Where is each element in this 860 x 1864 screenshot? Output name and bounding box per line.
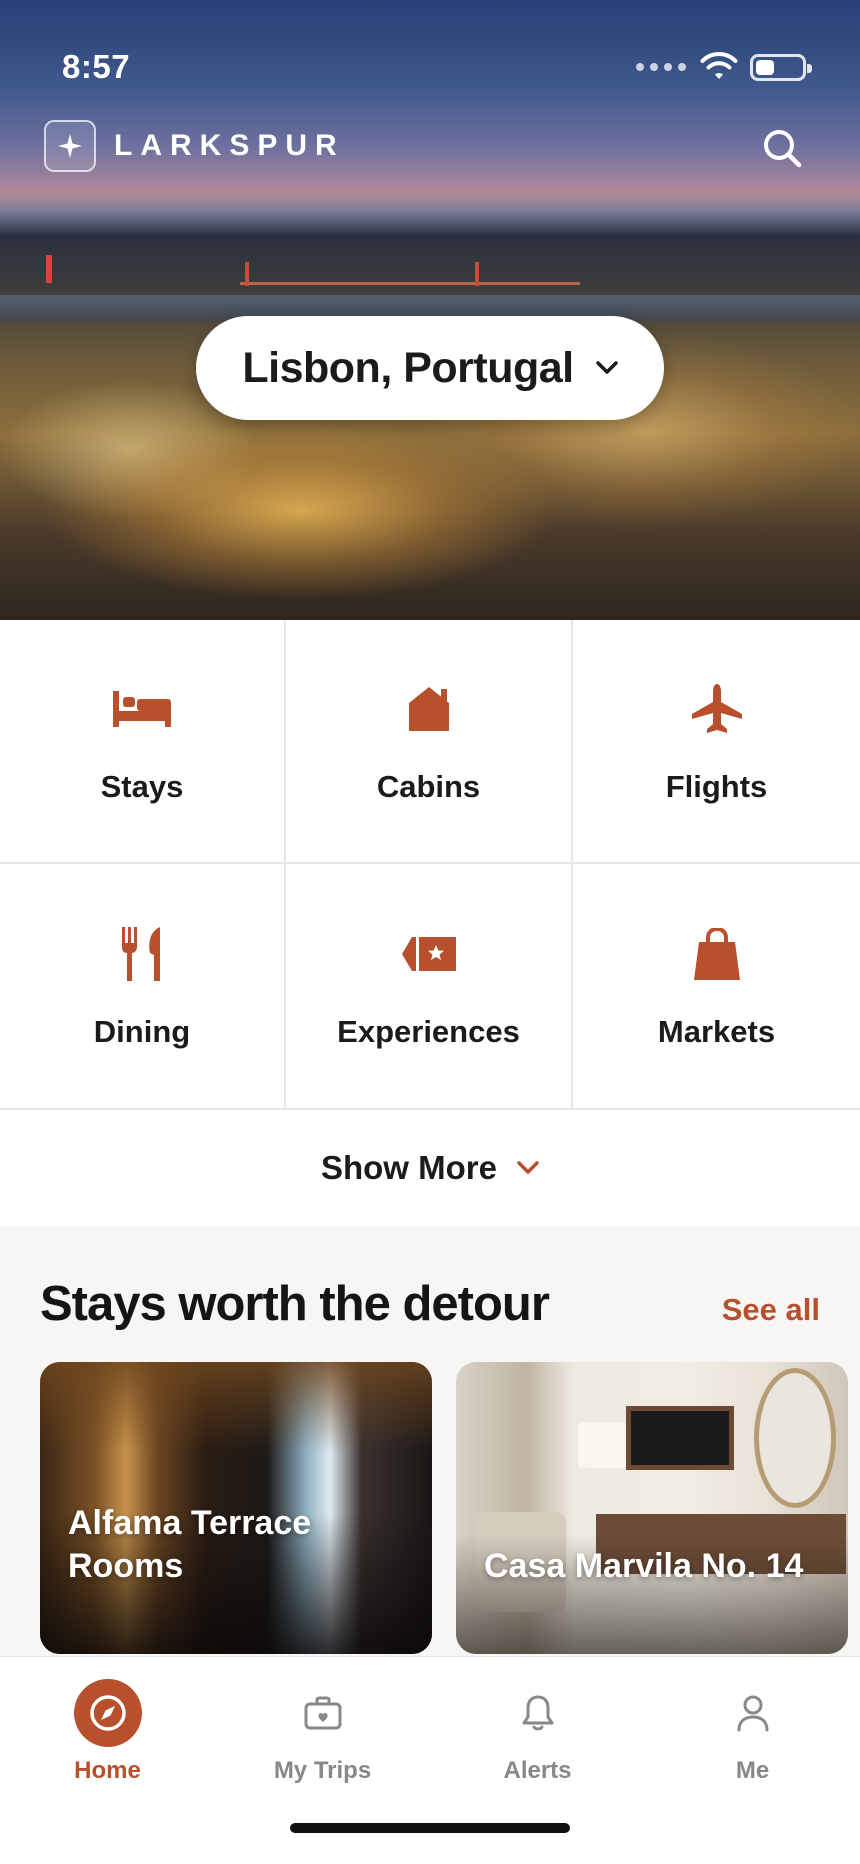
category-experiences[interactable]: Experiences <box>286 864 573 1110</box>
status-bar: 8:57 <box>0 0 860 120</box>
suitcase-icon <box>289 1679 357 1747</box>
brand-name: LARKSPUR <box>114 129 345 162</box>
category-cabins[interactable]: Cabins <box>286 620 573 864</box>
stays-section: Stays worth the detour See all Alfama Te… <box>0 1226 860 1656</box>
home-indicator <box>290 1823 570 1833</box>
wifi-icon <box>700 52 738 79</box>
category-label: Stays <box>100 769 184 804</box>
category-stays[interactable]: Stays <box>0 620 286 864</box>
airplane-icon <box>685 677 749 741</box>
tab-alerts[interactable]: Alerts <box>430 1657 645 1797</box>
person-icon <box>719 1679 787 1747</box>
shopping-bag-icon <box>685 922 749 986</box>
location-value: Lisbon, Portugal <box>242 343 574 392</box>
tab-me[interactable]: Me <box>645 1657 860 1797</box>
bridge <box>240 282 580 285</box>
compass-icon <box>73 1679 142 1747</box>
stay-card-title: Alfama Terrace Rooms <box>68 1504 312 1585</box>
stay-card-title: Casa Marvila No. 14 <box>484 1547 804 1585</box>
card-photo <box>578 1422 626 1468</box>
brand-logo: LARKSPUR <box>44 120 345 172</box>
tab-my-trips[interactable]: My Trips <box>215 1657 430 1797</box>
category-label: Experiences <box>337 1014 520 1049</box>
see-all-link[interactable]: See all <box>722 1292 820 1328</box>
hero-image: 8:57 LARKSPUR Lisbon, Portugal <box>0 0 860 620</box>
chevron-down-icon <box>595 361 618 375</box>
card-photo <box>40 1362 432 1452</box>
section-title: Stays worth the detour <box>40 1277 550 1331</box>
show-more-label: Show More <box>320 1149 497 1186</box>
location-selector[interactable]: Lisbon, Portugal <box>196 316 664 420</box>
search-button[interactable] <box>756 122 808 174</box>
category-label: Flights <box>665 769 768 804</box>
category-label: Cabins <box>376 769 481 804</box>
cabin-icon <box>397 677 461 741</box>
category-flights[interactable]: Flights <box>573 620 860 864</box>
tab-label: Home <box>74 1757 141 1784</box>
battery-icon <box>750 54 812 81</box>
card-photo <box>754 1368 836 1508</box>
tab-label: Alerts <box>503 1757 572 1784</box>
tab-label: My Trips <box>273 1757 372 1784</box>
signal-icon <box>636 63 686 71</box>
search-icon <box>764 130 802 168</box>
bridge-tower <box>475 262 479 286</box>
category-grid: Stays Cabins Flights Dining Experiences … <box>0 620 860 1110</box>
category-dining[interactable]: Dining <box>0 864 286 1110</box>
monument-tower <box>46 255 52 283</box>
bridge-tower <box>245 262 249 286</box>
sparkle-icon <box>44 120 96 172</box>
chevron-down-icon <box>517 1161 539 1175</box>
category-label: Dining <box>93 1014 191 1049</box>
category-markets[interactable]: Markets <box>573 864 860 1110</box>
tab-home[interactable]: Home <box>0 1657 215 1797</box>
ticket-icon <box>397 922 461 986</box>
bed-icon <box>110 677 174 741</box>
card-photo <box>626 1406 734 1470</box>
stay-card-marvila[interactable]: Casa Marvila No. 14 <box>456 1362 848 1654</box>
stay-card-alfama[interactable]: Alfama Terrace Rooms <box>40 1362 432 1654</box>
category-label: Markets <box>657 1014 776 1049</box>
status-time: 8:57 <box>62 48 131 85</box>
fork-knife-icon <box>110 922 174 986</box>
bell-icon <box>504 1679 572 1747</box>
show-more-button[interactable]: Show More <box>0 1110 860 1226</box>
tab-label: Me <box>735 1757 770 1784</box>
